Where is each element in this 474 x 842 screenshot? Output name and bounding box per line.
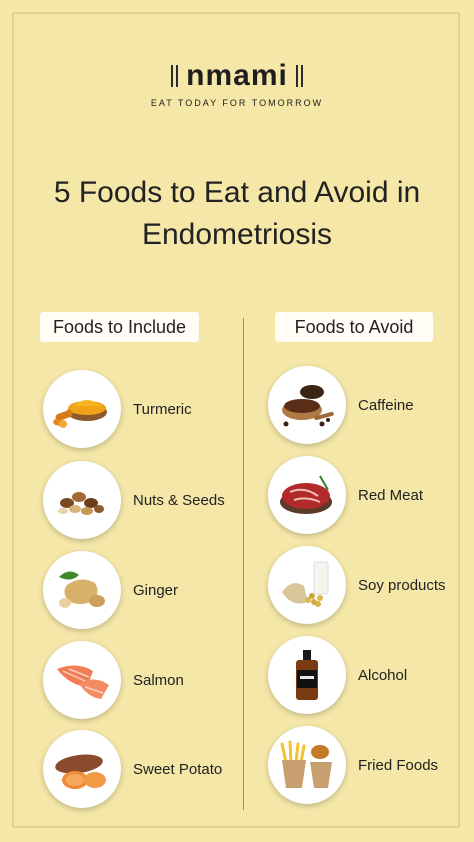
avoid-item-soy: Soy products — [268, 546, 446, 624]
avoid-item-caffeine: Caffeine — [268, 366, 414, 444]
avoid-heading: Foods to Avoid — [275, 312, 433, 342]
sweet-potato-icon — [43, 730, 121, 808]
include-label: Nuts & Seeds — [133, 491, 225, 509]
avoid-label: Caffeine — [358, 396, 414, 414]
fries-icon — [268, 726, 346, 804]
include-item-ginger: Ginger — [43, 551, 178, 629]
brand-header: nmami EAT TODAY FOR TOMORROW — [0, 59, 474, 109]
brand-logo: nmami — [186, 59, 288, 92]
whiskey-bottle-icon — [268, 636, 346, 714]
title-line-1: 5 Foods to Eat and Avoid in — [53, 176, 421, 209]
avoid-item-red-meat: Red Meat — [268, 456, 423, 534]
include-label: Sweet Potato — [133, 760, 223, 778]
avoid-label: Fried Foods — [358, 756, 439, 774]
include-item-salmon: Salmon — [43, 641, 184, 719]
include-item-sweet-potato: Sweet Potato — [43, 730, 222, 808]
include-label: Turmeric — [133, 400, 192, 418]
nuts-icon — [43, 461, 121, 539]
page-title: 5 Foods to Eat and Avoid in Endometriosi… — [0, 172, 474, 256]
salmon-icon — [43, 641, 121, 719]
include-heading: Foods to Include — [40, 312, 199, 342]
include-label: Ginger — [133, 581, 179, 599]
brand-bars-right-icon — [295, 65, 303, 87]
avoid-label: Soy products — [358, 576, 446, 594]
ginger-icon — [43, 551, 121, 629]
steak-icon — [268, 456, 346, 534]
title-line-2: Endometriosis — [141, 218, 333, 251]
column-divider — [243, 318, 244, 810]
avoid-label: Red Meat — [358, 486, 424, 504]
include-item-turmeric: Turmeric — [43, 370, 192, 448]
include-item-nuts: Nuts & Seeds — [43, 461, 225, 539]
soy-icon — [268, 546, 346, 624]
avoid-label: Alcohol — [358, 666, 408, 684]
brand-tagline: EAT TODAY FOR TOMORROW — [150, 98, 324, 108]
avoid-item-alcohol: Alcohol — [268, 636, 407, 714]
include-label: Salmon — [133, 671, 184, 689]
turmeric-icon — [43, 370, 121, 448]
brand-bars-left-icon — [171, 65, 179, 87]
avoid-item-fried: Fried Foods — [268, 726, 438, 804]
coffee-icon — [268, 366, 346, 444]
